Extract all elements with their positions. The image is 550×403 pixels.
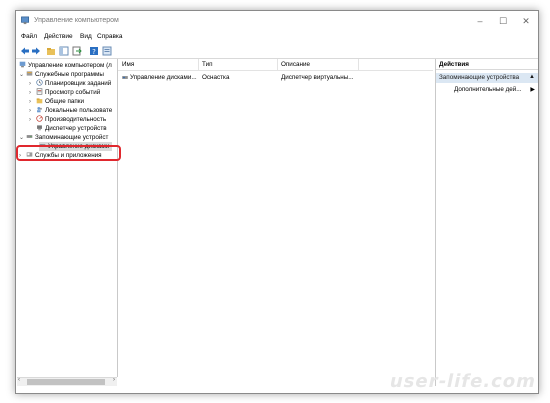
tree-item-label: Управление компьютером (л [28,62,112,69]
menu-action[interactable]: Действие [44,33,73,40]
tree-item-label: Просмотр событий [45,89,101,96]
scroll-left-icon[interactable]: ‹ [18,377,20,383]
toolbar: ? [16,44,538,59]
highlight-annotation [16,145,121,161]
properties-icon[interactable] [102,46,112,56]
tree-item-label: Производительность [45,116,107,123]
tree-item-performance[interactable]: › Производительность [29,115,106,124]
tree-item-event-viewer[interactable]: › Просмотр событий [29,88,100,97]
menu-bar: Файл Действие Вид Справка [16,31,538,43]
row-type: Оснастка [202,74,230,81]
window-title: Управление компьютером [34,17,119,24]
minimize-button[interactable]: – [472,15,488,27]
tree-item-local-users[interactable]: › Локальные пользовате [29,106,112,115]
actions-header: Действия [436,59,538,70]
tree-item-task-scheduler[interactable]: › Планировщик заданий [29,79,111,88]
menu-help[interactable]: Справка [97,33,123,40]
list-header: Имя Тип Описание [118,59,433,71]
column-header-description[interactable]: Описание [281,61,310,68]
watermark-text: user-life.com [387,371,539,392]
tree-item-label: Служебные программы [35,71,104,78]
disk-management-icon [122,76,128,79]
tree-item-device-manager[interactable]: Диспетчер устройств [29,124,107,133]
tree-item-label: Локальные пользовате [45,107,113,114]
column-header-name[interactable]: Имя [122,61,134,68]
computer-management-icon [21,16,30,25]
more-actions-label: Дополнительные дей... [454,86,522,93]
maximize-button[interactable]: ☐ [495,15,511,27]
device-manager-icon [37,125,42,131]
column-header-type[interactable]: Тип [202,61,213,68]
tree-item-label: Запоминающие устройст [35,134,109,141]
help-icon[interactable]: ? [89,46,99,56]
chevron-down-icon[interactable]: ⌄ [19,134,26,143]
svg-text:?: ? [92,48,96,56]
close-button[interactable]: ✕ [518,15,534,27]
menu-file[interactable]: Файл [21,33,37,40]
actions-section-label: Запоминающие устройства [439,74,520,81]
more-actions-item[interactable]: Дополнительные дей... [454,86,522,93]
tree-item-label: Общие папки [45,98,85,105]
tools-icon [26,71,33,76]
column-divider[interactable] [358,59,359,70]
tree-item-computer-management[interactable]: Управление компьютером (л [19,61,112,70]
back-arrow-icon[interactable] [20,46,30,56]
menu-view[interactable]: Вид [80,33,92,40]
storage-icon [26,135,33,138]
row-description: Диспетчер виртуальны... [281,74,354,81]
clock-icon [36,79,43,86]
tree-item-label: Диспетчер устройств [45,125,107,132]
export-list-icon[interactable] [72,46,82,56]
title-bar: Управление компьютером – ☐ ✕ [16,11,538,31]
computer-management-window: Управление компьютером – ☐ ✕ Файл Действ… [15,10,539,394]
tree-item-shared-folders[interactable]: › Общие папки [29,97,84,106]
results-list: Имя Тип Описание Управление дисками... О… [118,59,433,386]
column-divider[interactable] [277,59,278,70]
actions-section-storage[interactable]: Запоминающие устройства ▲ [436,73,538,83]
collapse-up-icon[interactable]: ▲ [529,74,535,80]
up-folder-icon[interactable] [46,46,56,56]
event-log-icon [36,88,43,95]
console-tree: Управление компьютером (л ⌄ Служебные про… [17,59,118,377]
show-hide-tree-icon[interactable] [59,46,69,56]
shared-folder-icon [36,98,43,104]
tree-item-system-tools[interactable]: ⌄ Служебные программы [19,70,104,79]
submenu-arrow-icon[interactable]: ▶ [530,86,535,93]
tree-item-label: Планировщик заданий [45,80,112,87]
tree-item-storage[interactable]: ⌄ Запоминающие устройст [19,133,108,142]
computer-icon [19,61,26,68]
performance-icon [36,115,43,122]
actions-pane: Действия Запоминающие устройства ▲ Допол… [435,59,538,386]
column-divider[interactable] [198,59,199,70]
forward-arrow-icon[interactable] [31,46,41,56]
scroll-right-icon[interactable]: › [113,377,115,383]
users-icon [37,107,42,113]
tree-horizontal-scrollbar[interactable]: ‹ › [17,377,117,386]
scrollbar-thumb[interactable] [27,379,105,385]
chevron-down-icon[interactable]: ⌄ [19,71,26,80]
row-name: Управление дисками... [130,74,197,81]
